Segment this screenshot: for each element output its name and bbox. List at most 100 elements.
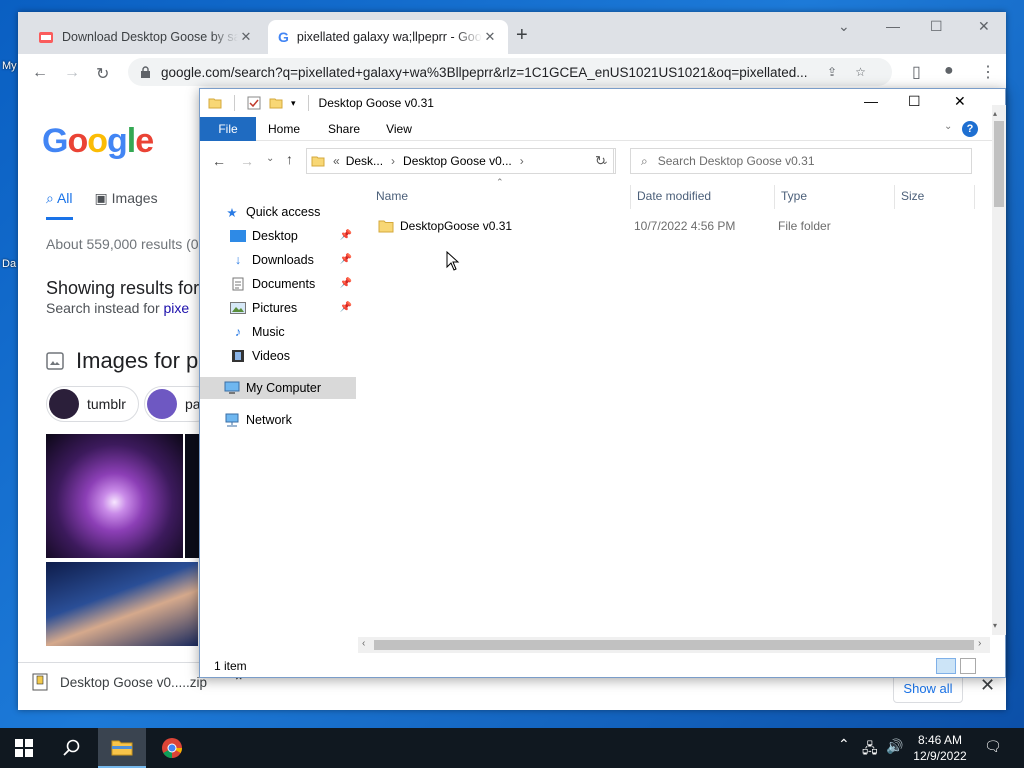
desktop-icon-label[interactable]: My [2,60,17,72]
tab-file[interactable]: File [200,117,256,141]
image-result[interactable] [185,434,199,558]
pin-icon[interactable]: 📌 [340,254,352,265]
bookmark-star-icon[interactable]: ☆ [855,65,866,79]
document-icon [230,276,246,292]
search-instead-link[interactable]: pixe [164,300,190,316]
scrollbar-thumb[interactable] [994,121,1004,207]
back-icon[interactable]: ← [212,153,226,169]
address-bar[interactable]: google.com/search?q=pixellated+galaxy+wa… [128,58,892,86]
chevron-right-icon[interactable]: › [520,154,524,168]
nav-pictures[interactable]: Pictures 📌 [200,297,356,319]
desktop-icon-label[interactable]: Da [2,258,16,270]
pin-icon[interactable]: 📌 [340,230,352,241]
large-icons-view-icon[interactable] [960,658,976,674]
itchio-icon [38,29,54,45]
pin-icon[interactable]: 📌 [340,302,352,313]
column-date-modified[interactable]: Date modified [637,185,711,207]
nav-downloads[interactable]: ↓ Downloads 📌 [200,249,356,271]
vertical-scrollbar[interactable]: ▴ ▾ [992,105,1006,635]
address-bar[interactable]: « Desk... › Desktop Goose v0... › ⌄ [306,148,616,174]
nav-videos[interactable]: Videos [200,345,356,367]
back-icon[interactable]: ← [32,64,48,82]
close-icon[interactable]: ✕ [482,29,498,45]
tab-home[interactable]: Home [262,117,306,141]
file-type: File folder [778,219,831,233]
system-clock[interactable]: 8:46 AM 12/9/2022 [908,732,972,764]
status-bar: 1 item [200,655,1005,677]
forward-icon[interactable]: → [240,153,254,169]
refresh-button[interactable]: ↻ [588,148,614,174]
column-name[interactable]: Name [376,185,408,207]
google-logo[interactable]: Google [42,122,154,161]
breadcrumb-overflow[interactable]: « [333,154,340,168]
navigation-pane: ★ Quick access Desktop 📌 ↓ Downloads 📌 Doc… [200,189,356,659]
maximize-icon[interactable]: ☐ [908,93,921,110]
reload-icon[interactable]: ↻ [96,64,109,84]
horizontal-scrollbar[interactable]: ‹ › [358,637,990,653]
pin-icon[interactable]: 📌 [340,278,352,289]
properties-icon[interactable] [247,96,261,110]
tab-images[interactable]: ▣ Images [95,190,158,220]
search-button[interactable] [48,728,96,768]
nav-network[interactable]: Network [200,409,356,431]
nav-music[interactable]: ♪ Music [200,321,356,343]
image-result-pixel-galaxy[interactable] [46,562,198,646]
breadcrumb-desktop-goose[interactable]: Desktop Goose v0... [403,154,512,168]
chevron-right-icon[interactable]: › [391,154,395,168]
scroll-right-icon[interactable]: › [978,638,981,649]
scroll-left-icon[interactable]: ‹ [362,638,365,649]
share-icon[interactable]: ⇪ [827,65,837,79]
nav-desktop[interactable]: Desktop 📌 [200,225,356,247]
start-button[interactable] [0,728,48,768]
details-view-icon[interactable] [936,658,956,674]
up-icon[interactable]: ↑ [286,151,293,167]
network-icon[interactable]: 🖧 [862,738,878,762]
nav-my-computer[interactable]: My Computer [200,377,356,399]
table-row[interactable]: DesktopGoose v0.31 10/7/2022 4:56 PM Fil… [376,215,976,237]
search-input[interactable]: ⌕ Search Desktop Goose v0.31 [630,148,972,174]
volume-icon[interactable]: 🔊 [886,738,903,755]
column-size[interactable]: Size [901,185,924,207]
desktop-icon [230,228,246,244]
recent-locations-icon[interactable]: ⌄ [266,153,274,164]
tab-search-icon[interactable]: ⌄ [838,18,850,35]
images-heading: Images for p [46,348,198,374]
file-name: DesktopGoose v0.31 [400,219,513,233]
nav-quick-access[interactable]: ★ Quick access [200,201,356,223]
taskbar-file-explorer[interactable] [98,728,146,768]
new-folder-icon[interactable] [269,96,283,110]
item-count: 1 item [214,659,247,673]
expand-ribbon-icon[interactable]: ⌄ [944,121,952,132]
tab-share[interactable]: Share [322,117,366,141]
breadcrumb-desktop[interactable]: Desk... [346,154,383,168]
profile-icon[interactable]: ● [944,62,954,80]
close-icon[interactable]: ✕ [978,18,990,35]
scroll-up-icon[interactable]: ▴ [993,109,997,118]
tab-all[interactable]: ⌕ All [46,190,73,220]
chip-tumblr[interactable]: tumblr [46,386,139,422]
minimize-icon[interactable]: — [864,93,878,109]
image-result-galaxy[interactable] [46,434,183,558]
close-icon[interactable]: ✕ [238,29,254,45]
close-icon[interactable]: ✕ [954,93,966,110]
help-icon[interactable]: ? [962,121,978,137]
tab-title: pixellated galaxy wa;llpeprr - Google Se… [296,30,482,44]
minimize-icon[interactable]: — [886,18,900,34]
close-icon[interactable]: ✕ [980,675,995,696]
scrollbar-thumb[interactable] [374,640,974,650]
tab-desktop-goose-download[interactable]: Download Desktop Goose by samperson ✕ [28,20,264,54]
customize-qat-icon[interactable]: ▾ [291,98,296,109]
scroll-down-icon[interactable]: ▾ [993,621,997,630]
tab-google-search[interactable]: G pixellated galaxy wa;llpeprr - Google … [268,20,508,54]
notifications-icon[interactable]: 🗨 [984,738,1002,755]
maximize-icon[interactable]: ☐ [930,18,943,35]
column-type[interactable]: Type [781,185,807,207]
menu-icon[interactable]: ⋮ [980,62,996,82]
new-tab-button[interactable]: + [516,24,528,47]
tab-view[interactable]: View [378,117,420,141]
nav-documents[interactable]: Documents 📌 [200,273,356,295]
taskbar-chrome[interactable] [148,728,196,768]
chevron-up-icon[interactable]: ⌃ [838,736,850,753]
side-panel-icon[interactable]: ▯ [912,62,921,82]
forward-icon[interactable]: → [64,64,80,82]
